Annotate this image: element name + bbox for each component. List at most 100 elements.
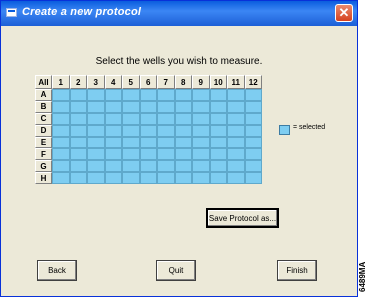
well-A6[interactable] [139, 89, 157, 101]
well-H3[interactable] [87, 172, 105, 185]
well-F5[interactable] [122, 148, 140, 161]
well-D2[interactable] [69, 124, 87, 137]
finish-button[interactable]: Finish [277, 260, 317, 281]
well-F1[interactable] [52, 148, 70, 161]
well-G7[interactable] [157, 160, 175, 173]
well-C12[interactable] [244, 112, 262, 125]
well-A12[interactable] [244, 89, 262, 101]
well-H1[interactable] [52, 172, 70, 185]
save-protocol-button[interactable]: Save Protocol as... [206, 208, 279, 228]
well-A8[interactable] [174, 89, 192, 101]
well-E9[interactable] [192, 136, 210, 149]
well-F2[interactable] [69, 148, 87, 161]
well-G6[interactable] [139, 160, 157, 173]
well-B1[interactable] [52, 100, 70, 113]
well-E8[interactable] [174, 136, 192, 149]
well-H10[interactable] [209, 172, 227, 185]
well-B3[interactable] [87, 100, 105, 113]
row-header-C[interactable]: C [35, 112, 52, 125]
well-C3[interactable] [87, 112, 105, 125]
well-F4[interactable] [104, 148, 122, 161]
well-E10[interactable] [209, 136, 227, 149]
well-C2[interactable] [69, 112, 87, 125]
well-F6[interactable] [139, 148, 157, 161]
well-A2[interactable] [69, 89, 87, 101]
column-header-9[interactable]: 9 [192, 75, 210, 89]
well-G1[interactable] [52, 160, 70, 173]
select-all-button[interactable]: All [35, 75, 52, 89]
well-E1[interactable] [52, 136, 70, 149]
column-header-3[interactable]: 3 [87, 75, 105, 89]
well-D11[interactable] [227, 124, 245, 137]
column-header-5[interactable]: 5 [122, 75, 140, 89]
well-G3[interactable] [87, 160, 105, 173]
well-H11[interactable] [227, 172, 245, 185]
row-header-E[interactable]: E [35, 136, 52, 149]
well-E11[interactable] [227, 136, 245, 149]
well-C8[interactable] [174, 112, 192, 125]
well-B7[interactable] [157, 100, 175, 113]
well-A9[interactable] [192, 89, 210, 101]
well-B2[interactable] [69, 100, 87, 113]
column-header-2[interactable]: 2 [69, 75, 87, 89]
row-header-B[interactable]: B [35, 100, 52, 113]
well-F7[interactable] [157, 148, 175, 161]
well-G9[interactable] [192, 160, 210, 173]
column-header-6[interactable]: 6 [139, 75, 157, 89]
well-H5[interactable] [122, 172, 140, 185]
column-header-12[interactable]: 12 [244, 75, 262, 89]
back-button[interactable]: Back [37, 260, 77, 281]
row-header-G[interactable]: G [35, 160, 52, 173]
well-E2[interactable] [69, 136, 87, 149]
well-F9[interactable] [192, 148, 210, 161]
well-F8[interactable] [174, 148, 192, 161]
column-header-10[interactable]: 10 [209, 75, 227, 89]
row-header-H[interactable]: H [35, 172, 52, 185]
well-H6[interactable] [139, 172, 157, 185]
row-header-A[interactable]: A [35, 89, 52, 101]
well-A7[interactable] [157, 89, 175, 101]
well-A4[interactable] [104, 89, 122, 101]
well-G10[interactable] [209, 160, 227, 173]
well-D10[interactable] [209, 124, 227, 137]
well-C4[interactable] [104, 112, 122, 125]
well-E7[interactable] [157, 136, 175, 149]
column-header-1[interactable]: 1 [52, 75, 70, 89]
well-E4[interactable] [104, 136, 122, 149]
well-B8[interactable] [174, 100, 192, 113]
well-G11[interactable] [227, 160, 245, 173]
well-D3[interactable] [87, 124, 105, 137]
well-E6[interactable] [139, 136, 157, 149]
well-E12[interactable] [244, 136, 262, 149]
well-B12[interactable] [244, 100, 262, 113]
well-H2[interactable] [69, 172, 87, 185]
well-H4[interactable] [104, 172, 122, 185]
well-H9[interactable] [192, 172, 210, 185]
well-B11[interactable] [227, 100, 245, 113]
well-G5[interactable] [122, 160, 140, 173]
well-D8[interactable] [174, 124, 192, 137]
well-E3[interactable] [87, 136, 105, 149]
quit-button[interactable]: Quit [156, 260, 196, 281]
column-header-11[interactable]: 11 [227, 75, 245, 89]
column-header-7[interactable]: 7 [157, 75, 175, 89]
well-F10[interactable] [209, 148, 227, 161]
well-C10[interactable] [209, 112, 227, 125]
well-G8[interactable] [174, 160, 192, 173]
well-G12[interactable] [244, 160, 262, 173]
well-C7[interactable] [157, 112, 175, 125]
well-C11[interactable] [227, 112, 245, 125]
well-H7[interactable] [157, 172, 175, 185]
column-header-8[interactable]: 8 [174, 75, 192, 89]
well-F12[interactable] [244, 148, 262, 161]
well-G4[interactable] [104, 160, 122, 173]
well-C1[interactable] [52, 112, 70, 125]
close-button[interactable]: ✕ [335, 4, 353, 22]
well-D7[interactable] [157, 124, 175, 137]
well-A11[interactable] [227, 89, 245, 101]
well-A5[interactable] [122, 89, 140, 101]
well-B4[interactable] [104, 100, 122, 113]
well-B5[interactable] [122, 100, 140, 113]
well-D9[interactable] [192, 124, 210, 137]
well-B6[interactable] [139, 100, 157, 113]
